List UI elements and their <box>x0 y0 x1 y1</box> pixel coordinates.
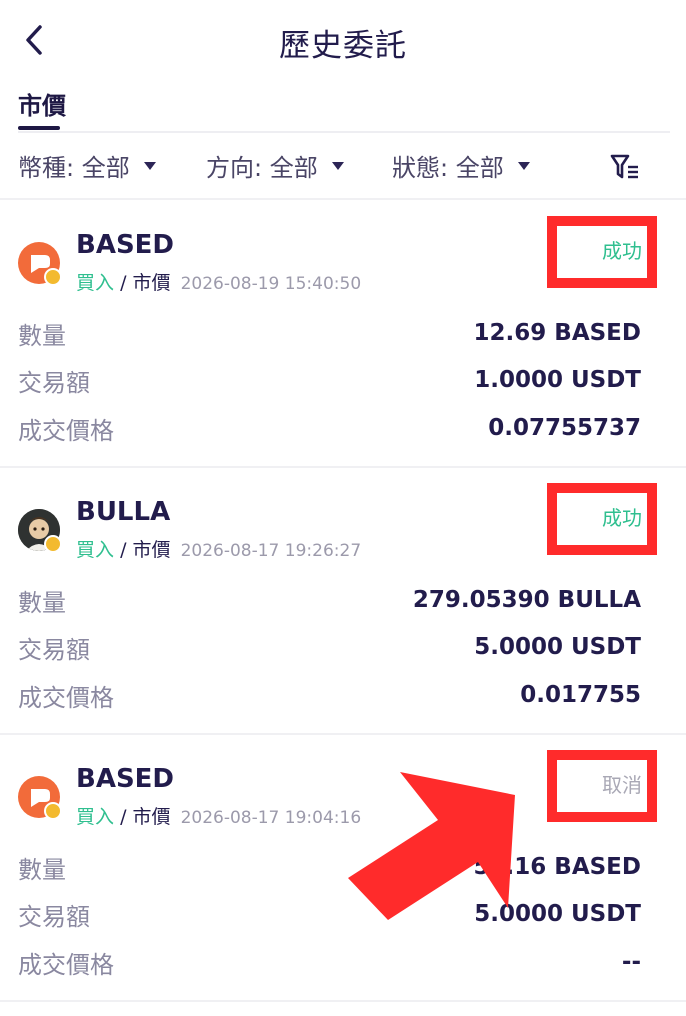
row-value: 0.017755 <box>520 682 641 708</box>
filter-coin[interactable]: 幣種: 全部 <box>18 148 156 183</box>
order-side: 買入 <box>76 806 115 828</box>
chain-badge-icon <box>44 802 62 820</box>
status-highlight-box <box>547 750 657 822</box>
row-label: 成交價格 <box>18 683 114 712</box>
caret-down-icon <box>517 161 530 170</box>
row-label: 交易額 <box>18 368 90 397</box>
filter-direction-label: 方向: 全部 <box>206 154 318 182</box>
filter-direction[interactable]: 方向: 全部 <box>206 148 344 183</box>
row-value: 1.0000 USDT <box>474 367 641 393</box>
row-value: 52.16 BASED <box>473 854 641 880</box>
detail-row-price: 成交價格 -- <box>18 946 641 979</box>
filter-icon[interactable] <box>608 150 642 184</box>
order-time: 2026-08-17 19:04:16 <box>180 808 362 828</box>
filter-status[interactable]: 狀態: 全部 <box>392 148 530 183</box>
coin-name: BASED <box>76 764 175 794</box>
page-title: 歷史委託 <box>279 28 407 64</box>
order-side: 買入 <box>76 272 115 294</box>
order-meta: 買入 / 市價 2026-08-17 19:04:16 <box>76 802 361 829</box>
row-value: 0.07755737 <box>488 415 641 441</box>
caret-down-icon <box>143 161 156 170</box>
order-type: 市價 <box>132 806 171 828</box>
status-highlight-box <box>547 216 657 288</box>
coin-name: BASED <box>76 230 175 260</box>
tab-active-indicator <box>18 126 60 130</box>
order-meta: 買入 / 市價 2026-08-19 15:40:50 <box>76 268 361 295</box>
row-label: 數量 <box>18 321 66 350</box>
detail-row-price: 成交價格 0.017755 <box>18 679 641 712</box>
row-label: 交易額 <box>18 635 90 664</box>
meta-separator: / <box>120 272 127 294</box>
row-label: 數量 <box>18 855 66 884</box>
detail-row-amount: 交易額 1.0000 USDT <box>18 364 641 397</box>
detail-row-price: 成交價格 0.07755737 <box>18 412 641 445</box>
chain-badge-icon <box>44 268 62 286</box>
filter-status-label: 狀態: 全部 <box>392 154 504 182</box>
row-value: 5.0000 USDT <box>474 901 641 927</box>
row-value: 5.0000 USDT <box>474 634 641 660</box>
status-highlight-box <box>547 483 657 555</box>
order-divider <box>0 1000 686 1002</box>
order-time: 2026-08-19 15:40:50 <box>180 274 362 294</box>
row-label: 數量 <box>18 588 66 617</box>
detail-row-quantity: 數量 12.69 BASED <box>18 317 641 350</box>
chain-badge-icon <box>44 535 62 553</box>
order-card[interactable]: BULLA 買入 / 市價 2026-08-17 19:26:27 成功 數量 … <box>0 467 686 733</box>
order-card[interactable]: BASED 買入 / 市價 2026-08-17 19:04:16 取消 數量 … <box>0 734 686 1000</box>
filter-coin-label: 幣種: 全部 <box>18 154 130 182</box>
coin-name: BULLA <box>76 497 171 527</box>
order-type: 市價 <box>132 539 171 561</box>
detail-row-amount: 交易額 5.0000 USDT <box>18 898 641 931</box>
filter-bar: 幣種: 全部 方向: 全部 狀態: 全部 <box>0 140 686 198</box>
order-side: 買入 <box>76 539 115 561</box>
order-time: 2026-08-17 19:26:27 <box>180 541 362 561</box>
order-type: 市價 <box>132 272 171 294</box>
detail-row-quantity: 數量 52.16 BASED <box>18 851 641 884</box>
order-meta: 買入 / 市價 2026-08-17 19:26:27 <box>76 535 361 562</box>
order-card[interactable]: BASED 買入 / 市價 2026-08-19 15:40:50 成功 數量 … <box>0 200 686 466</box>
row-label: 交易額 <box>18 902 90 931</box>
tabs-divider <box>18 131 670 133</box>
detail-row-quantity: 數量 279.05390 BULLA <box>18 584 641 617</box>
row-label: 成交價格 <box>18 950 114 979</box>
caret-down-icon <box>331 161 344 170</box>
row-value: 12.69 BASED <box>473 320 641 346</box>
meta-separator: / <box>120 806 127 828</box>
row-value: -- <box>621 949 641 975</box>
detail-row-amount: 交易額 5.0000 USDT <box>18 631 641 664</box>
row-value: 279.05390 BULLA <box>412 587 641 613</box>
meta-separator: / <box>120 539 127 561</box>
header-bar: 歷史委託 <box>0 0 686 80</box>
tab-bar: 市價 <box>18 86 66 132</box>
row-label: 成交價格 <box>18 416 114 445</box>
tab-market[interactable]: 市價 <box>18 86 66 121</box>
